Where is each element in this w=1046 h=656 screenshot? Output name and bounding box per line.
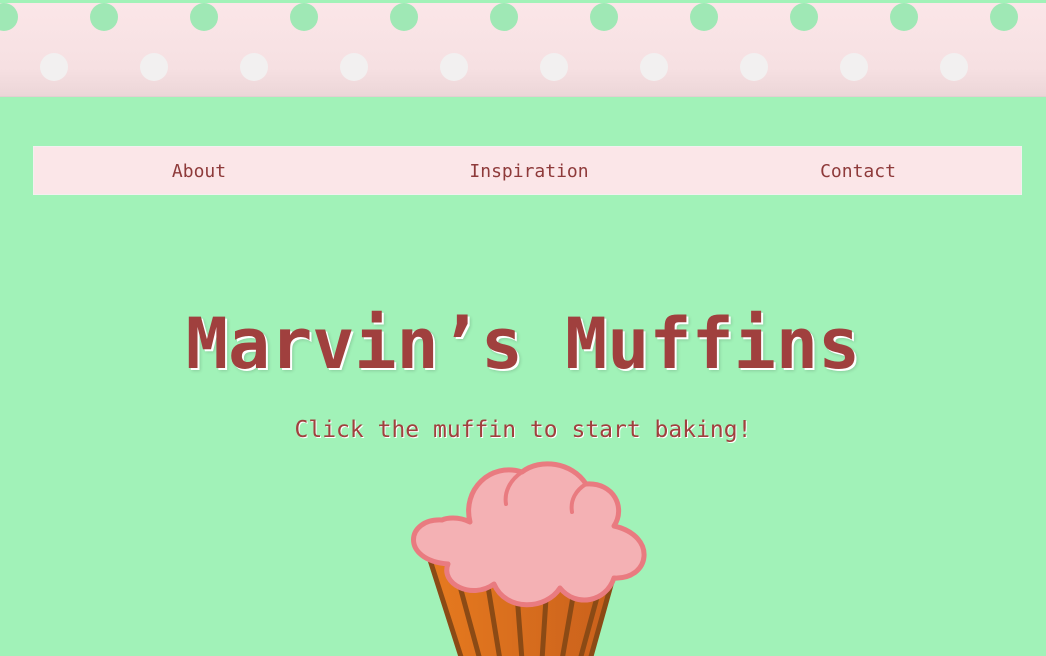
muffin-icon bbox=[411, 461, 647, 656]
nav-link-inspiration[interactable]: Inspiration bbox=[469, 147, 588, 196]
nav-link-about[interactable]: About bbox=[172, 147, 226, 196]
page-title: Marvin’s Muffins bbox=[185, 302, 861, 385]
polka-dot-banner bbox=[0, 3, 1046, 97]
main-nav: About Inspiration Contact bbox=[33, 146, 1022, 195]
polka-dot-pattern bbox=[0, 3, 1018, 81]
muffin-button[interactable] bbox=[400, 460, 660, 656]
hero-subtitle: Click the muffin to start baking! bbox=[294, 417, 752, 443]
nav-link-contact[interactable]: Contact bbox=[820, 147, 896, 196]
